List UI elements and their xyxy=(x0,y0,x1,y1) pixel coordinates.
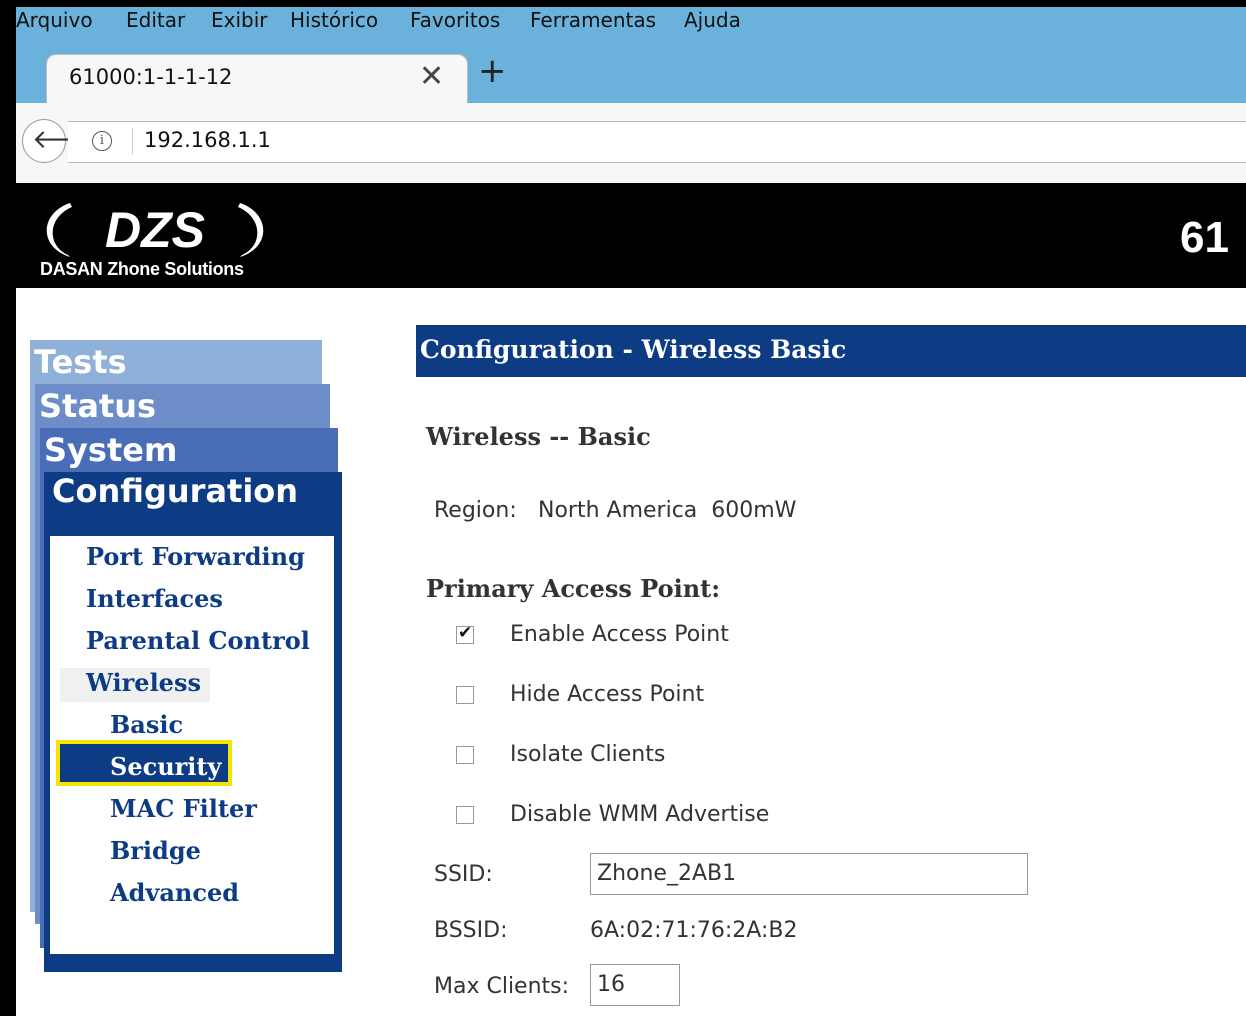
hide-ap-label: Hide Access Point xyxy=(510,682,705,707)
left-border xyxy=(0,0,16,1016)
ssid-input[interactable]: Zhone_2AB1 xyxy=(590,853,1028,895)
url-bar[interactable]: i 192.168.1.1 xyxy=(68,121,1246,163)
disable-wmm-label: Disable WMM Advertise xyxy=(510,802,770,827)
section-title: Wireless -- Basic xyxy=(426,422,651,451)
nav-basic[interactable]: Basic xyxy=(110,710,183,740)
browser-navbar: 🡐 i 192.168.1.1 xyxy=(16,103,1246,184)
dzs-logo: DZS xyxy=(46,202,264,258)
url-text[interactable]: 192.168.1.1 xyxy=(144,128,271,152)
nav-advanced[interactable]: Advanced xyxy=(110,878,239,908)
menu-exibir[interactable]: Exibir xyxy=(211,7,268,33)
close-icon[interactable]: ✕ xyxy=(419,59,444,94)
hide-ap-checkbox[interactable] xyxy=(456,686,474,704)
disable-wmm-checkbox[interactable] xyxy=(456,806,474,824)
check-icon: ✔ xyxy=(458,623,473,643)
nav-security[interactable]: Security xyxy=(110,752,221,782)
max-clients-input[interactable]: 16 xyxy=(590,964,680,1006)
enable-ap-label: Enable Access Point xyxy=(510,622,729,647)
menu-favoritos[interactable]: Favoritos xyxy=(410,7,500,33)
nav-wireless[interactable]: Wireless xyxy=(86,668,201,698)
browser-tab[interactable]: 61000:1-1-1-12 ✕ xyxy=(46,54,468,107)
logo-text: DZS xyxy=(105,202,205,258)
browser-menubar: Arquivo Editar Exibir Histórico Favorito… xyxy=(16,7,1246,41)
enable-ap-checkbox[interactable]: ✔ xyxy=(456,623,474,644)
top-border xyxy=(0,0,1246,7)
nav-bridge[interactable]: Bridge xyxy=(110,836,201,866)
menu-ajuda[interactable]: Ajuda xyxy=(684,7,741,33)
url-separator xyxy=(132,128,133,154)
tab-configuration-panel: Configuration Port Forwarding Interfaces… xyxy=(44,472,342,972)
isolate-clients-label: Isolate Clients xyxy=(510,742,666,767)
menu-editar[interactable]: Editar xyxy=(126,7,185,33)
nav-port-forwarding[interactable]: Port Forwarding xyxy=(86,542,305,572)
page-title: Configuration - Wireless Basic xyxy=(420,335,847,364)
primary-ap-title: Primary Access Point: xyxy=(426,574,721,603)
model-number: 61 xyxy=(1180,213,1229,262)
menu-arquivo[interactable]: Arquivo xyxy=(16,7,93,33)
region-value: North America 600mW xyxy=(538,498,797,523)
browser-tabstrip: 61000:1-1-1-12 ✕ + xyxy=(16,41,1246,107)
bssid-label: BSSID: xyxy=(434,918,508,943)
nav-parental-control[interactable]: Parental Control xyxy=(86,626,310,656)
back-button[interactable]: 🡐 xyxy=(22,119,102,163)
plus-icon[interactable]: + xyxy=(478,51,507,91)
ssid-label: SSID: xyxy=(434,862,493,887)
nav-mac-filter[interactable]: MAC Filter xyxy=(110,794,257,824)
isolate-clients-checkbox[interactable] xyxy=(456,746,474,764)
site-header: DZS DASAN Zhone Solutions 61 xyxy=(16,183,1246,288)
info-icon[interactable]: i xyxy=(92,131,112,151)
screenshot-frame: Arquivo Editar Exibir Histórico Favorito… xyxy=(0,0,1246,1016)
tab-tests[interactable]: Tests xyxy=(30,340,322,390)
nav-interfaces[interactable]: Interfaces xyxy=(86,584,223,614)
region-label: Region: xyxy=(434,498,517,523)
brand-name: DASAN Zhone Solutions xyxy=(40,259,244,279)
menu-historico[interactable]: Histórico xyxy=(290,7,378,33)
max-clients-label: Max Clients: xyxy=(434,974,570,999)
tab-system[interactable]: System xyxy=(40,428,338,478)
menu-ferramentas[interactable]: Ferramentas xyxy=(530,7,656,33)
bssid-value: 6A:02:71:76:2A:B2 xyxy=(590,918,798,943)
config-menu: Port Forwarding Interfaces Parental Cont… xyxy=(50,536,334,954)
tab-configuration[interactable]: Configuration xyxy=(52,472,298,510)
tab-title: 61000:1-1-1-12 xyxy=(69,65,233,89)
tab-status[interactable]: Status xyxy=(35,384,330,434)
content-header: Configuration - Wireless Basic xyxy=(416,325,1246,377)
